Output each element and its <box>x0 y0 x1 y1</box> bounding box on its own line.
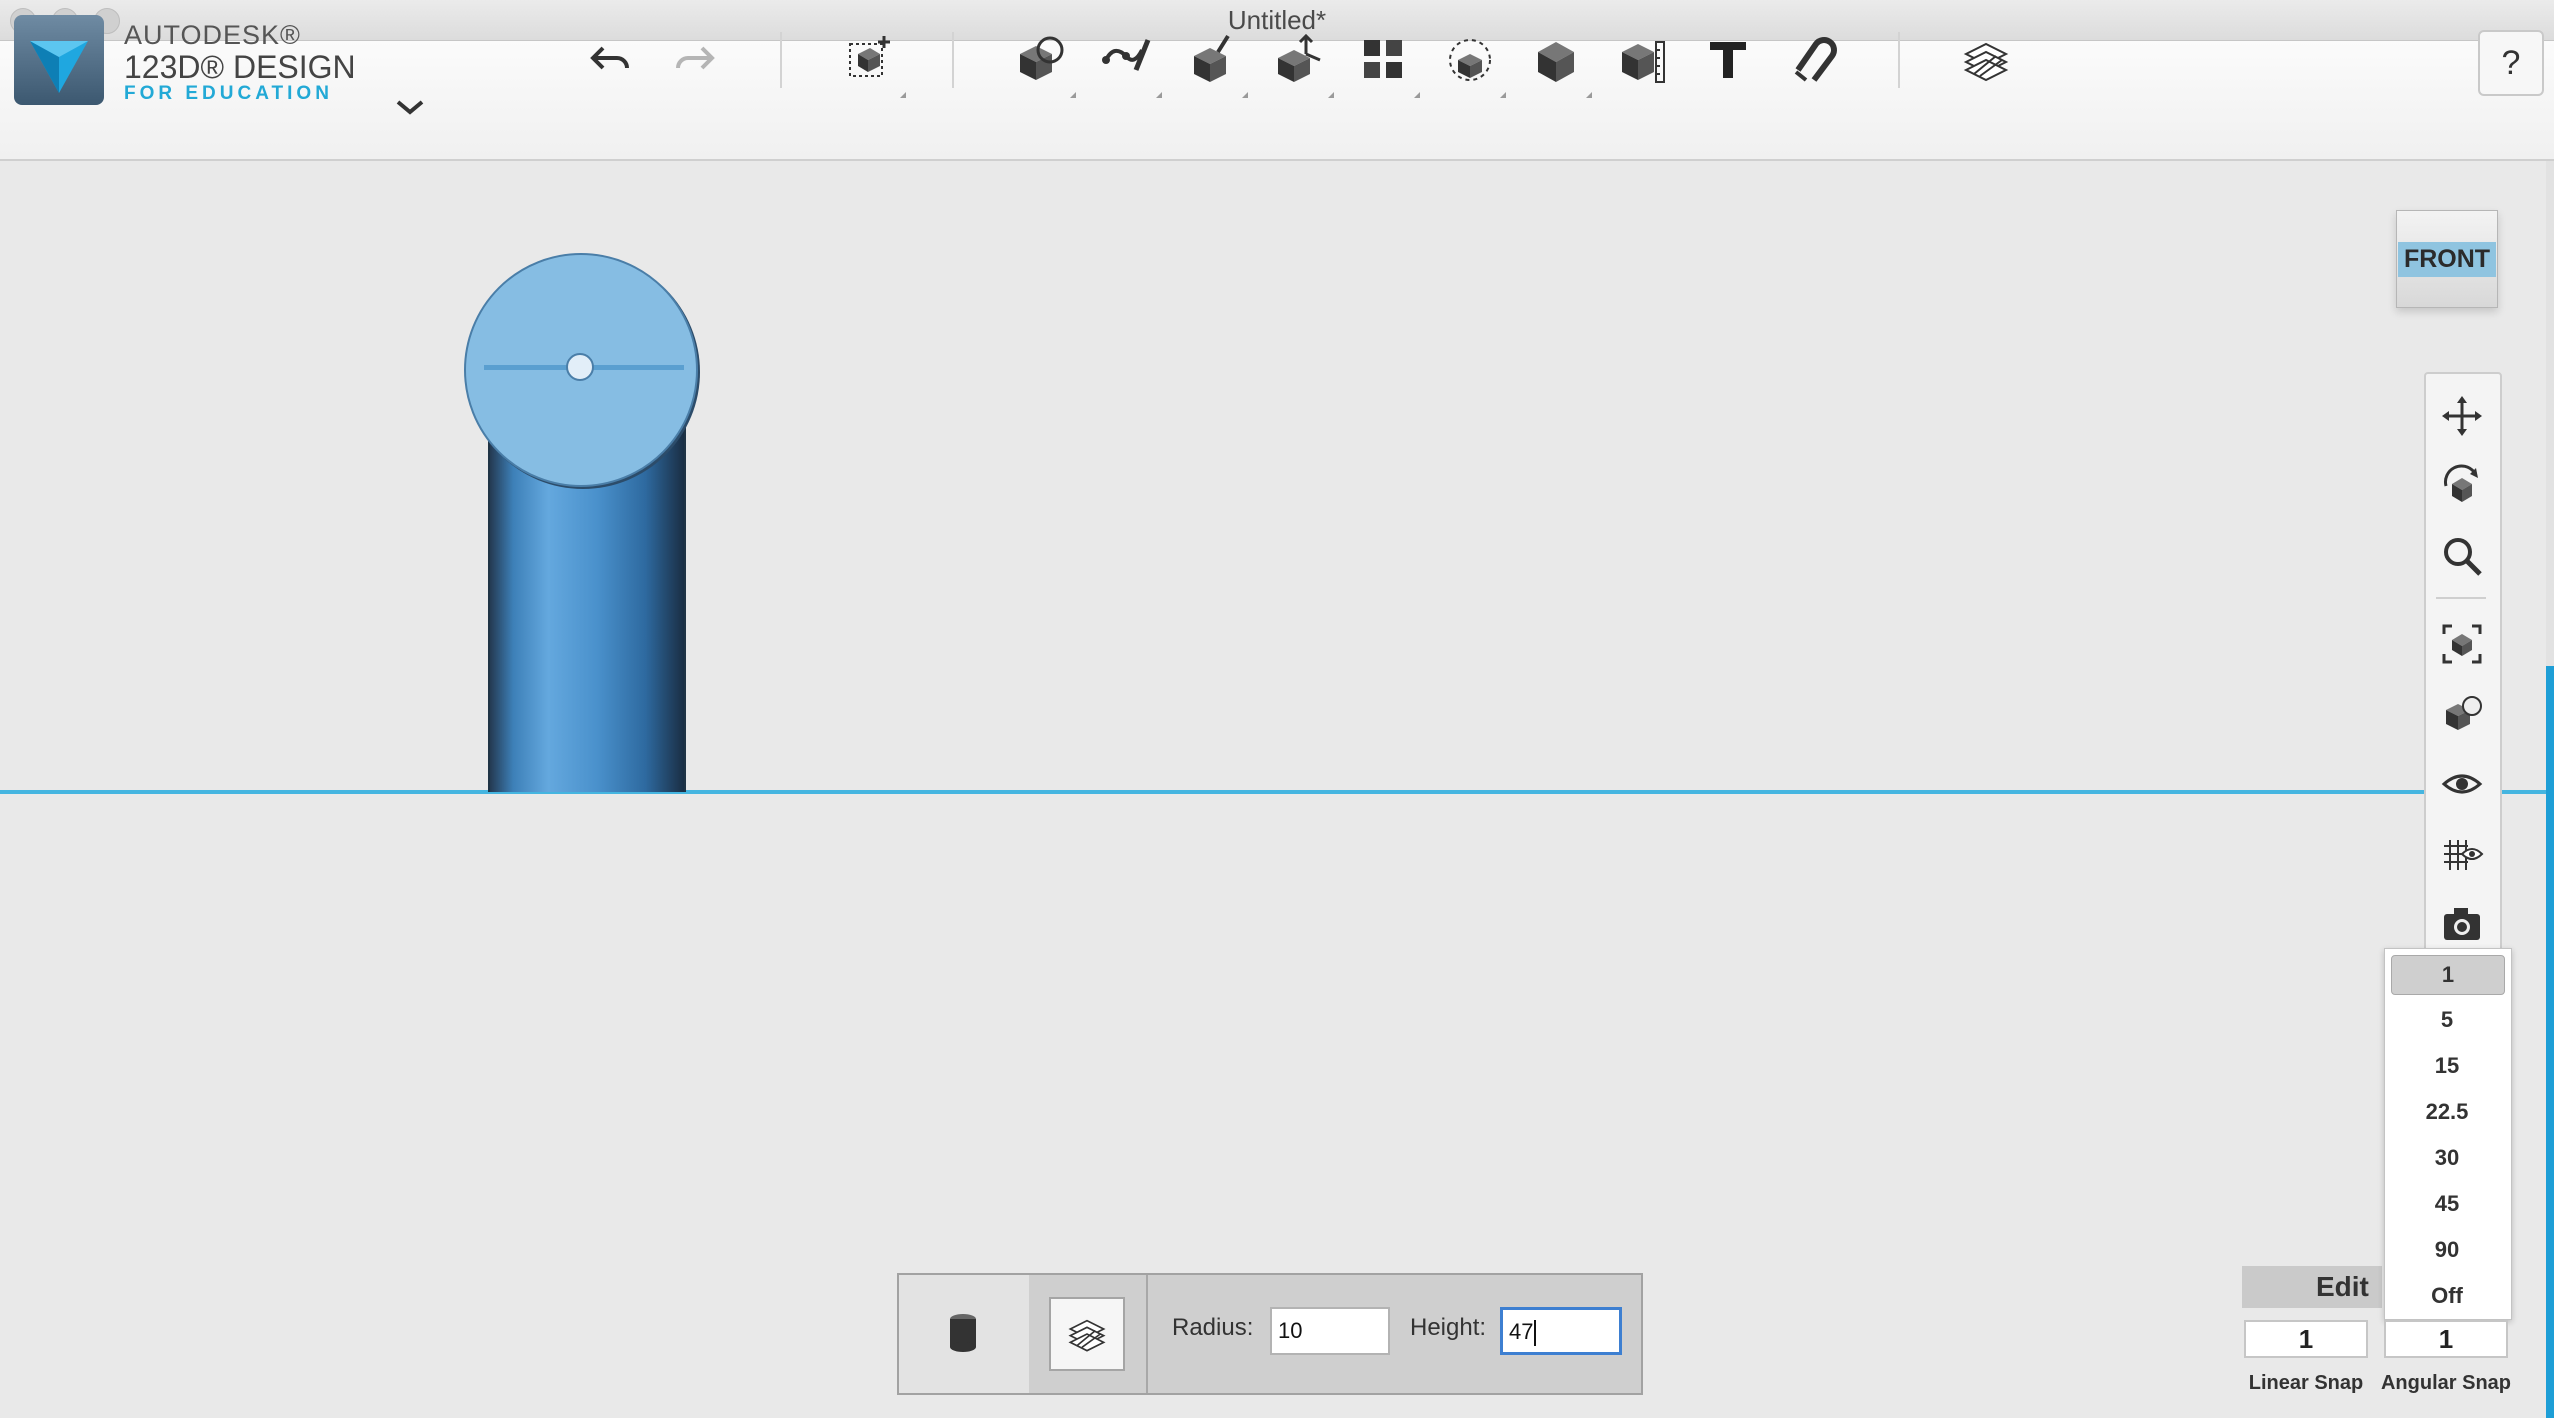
sketch-button[interactable] <box>1090 24 1162 98</box>
cylinder-center-handle[interactable] <box>566 353 594 381</box>
edit-grid-label: Edit <box>2316 1271 2369 1302</box>
snap-icon <box>1794 37 1837 82</box>
radius-label: Radius: <box>1172 1314 1254 1341</box>
grouping-icon <box>1449 39 1491 81</box>
combine-button[interactable] <box>1520 24 1592 98</box>
undo-icon <box>590 46 629 70</box>
measure-button[interactable] <box>1606 24 1678 96</box>
text-cursor <box>1534 1320 1537 1347</box>
primitives-button[interactable] <box>1004 24 1076 98</box>
brand-product: 123D® DESIGN <box>124 49 356 85</box>
zoom-icon <box>2444 538 2482 576</box>
fit-icon <box>2442 624 2482 664</box>
view-mode-button[interactable] <box>2438 690 2486 738</box>
angular-snap-label: Angular Snap <box>2380 1372 2511 1394</box>
view-cube[interactable]: FRONT <box>2396 210 2498 308</box>
zoom-button[interactable] <box>2438 532 2486 580</box>
snap-button[interactable] <box>1778 24 1850 96</box>
brand-autodesk: AUTODESK® <box>124 20 301 50</box>
angular-snap-select[interactable]: 1 <box>2384 1320 2508 1358</box>
snap-option[interactable]: Off <box>2391 1277 2503 1315</box>
toolbar-separator <box>780 32 782 88</box>
snap-option[interactable]: 30 <box>2391 1139 2503 1177</box>
panel-divider <box>1146 1275 1148 1393</box>
height-input[interactable]: 47 <box>1500 1307 1622 1355</box>
navigation-separator <box>2436 597 2486 599</box>
material-button[interactable] <box>1950 24 2022 96</box>
snap-option[interactable]: 22.5 <box>2391 1093 2503 1131</box>
redo-button[interactable] <box>658 24 730 96</box>
snap-option[interactable]: 5 <box>2391 1001 2503 1039</box>
linear-snap-label: Linear Snap <box>2248 1372 2364 1394</box>
view-cube-label: FRONT <box>2397 241 2497 277</box>
orbit-button[interactable] <box>2438 462 2486 510</box>
view-mode-icon <box>2446 696 2482 730</box>
undo-button[interactable] <box>575 24 647 96</box>
height-input-value: 47 <box>1509 1319 1534 1344</box>
modify-icon <box>1278 33 1321 82</box>
toolbar-separator <box>952 32 954 88</box>
snap-option[interactable]: 15 <box>2391 1047 2503 1085</box>
modify-button[interactable] <box>1262 24 1334 98</box>
text-icon <box>1710 42 1746 78</box>
visibility-button[interactable] <box>2438 760 2486 808</box>
construct-button[interactable] <box>1176 24 1248 98</box>
fit-button[interactable] <box>2438 620 2486 668</box>
camera-button[interactable] <box>2438 900 2486 948</box>
visibility-icon <box>2441 774 2483 794</box>
ground-plane-line <box>0 790 2554 794</box>
measure-icon <box>1622 41 1665 83</box>
help-button[interactable]: ? <box>2478 30 2544 96</box>
redo-icon <box>676 46 715 70</box>
height-label: Height: <box>1410 1314 1487 1341</box>
angular-snap-dropdown: 1 5 15 22.5 30 45 90 Off <box>2384 948 2512 1320</box>
toolbar-separator <box>1898 32 1900 88</box>
pan-icon <box>2442 396 2482 436</box>
camera-icon <box>2444 908 2480 940</box>
cylinder-icon <box>950 1314 976 1352</box>
material-icon <box>1963 42 2009 82</box>
app-logo-icon[interactable] <box>14 15 104 105</box>
pan-button[interactable] <box>2438 392 2486 440</box>
snap-option[interactable]: 90 <box>2391 1231 2503 1269</box>
brand-edition: FOR EDUCATION <box>124 83 333 104</box>
transform-button[interactable] <box>834 24 906 98</box>
orbit-icon <box>2444 464 2478 502</box>
primitive-type-button[interactable] <box>899 1275 1029 1393</box>
app-menu-chevron-down-icon[interactable] <box>390 88 430 128</box>
snap-option[interactable]: 1 <box>2391 955 2505 995</box>
snap-option[interactable]: 45 <box>2391 1185 2503 1223</box>
grid-visibility-button[interactable] <box>2438 830 2486 878</box>
construct-icon <box>1194 34 1230 82</box>
solid-material-icon <box>1068 1319 1106 1352</box>
radius-input[interactable]: 10 <box>1270 1307 1390 1355</box>
transform-icon <box>849 36 890 77</box>
solid-type-button[interactable] <box>1049 1297 1125 1371</box>
sketch-icon <box>1102 39 1151 71</box>
pattern-icon <box>1364 40 1402 78</box>
primitives-icon <box>1020 36 1064 80</box>
right-panel-toggle[interactable] <box>2546 666 2554 1418</box>
grouping-button[interactable] <box>1434 24 1506 98</box>
linear-snap-select[interactable]: 1 <box>2244 1320 2368 1358</box>
text-button[interactable] <box>1692 24 1764 96</box>
grid-icon <box>2444 840 2484 870</box>
pattern-button[interactable] <box>1348 24 1420 98</box>
combine-icon <box>1538 42 1574 82</box>
